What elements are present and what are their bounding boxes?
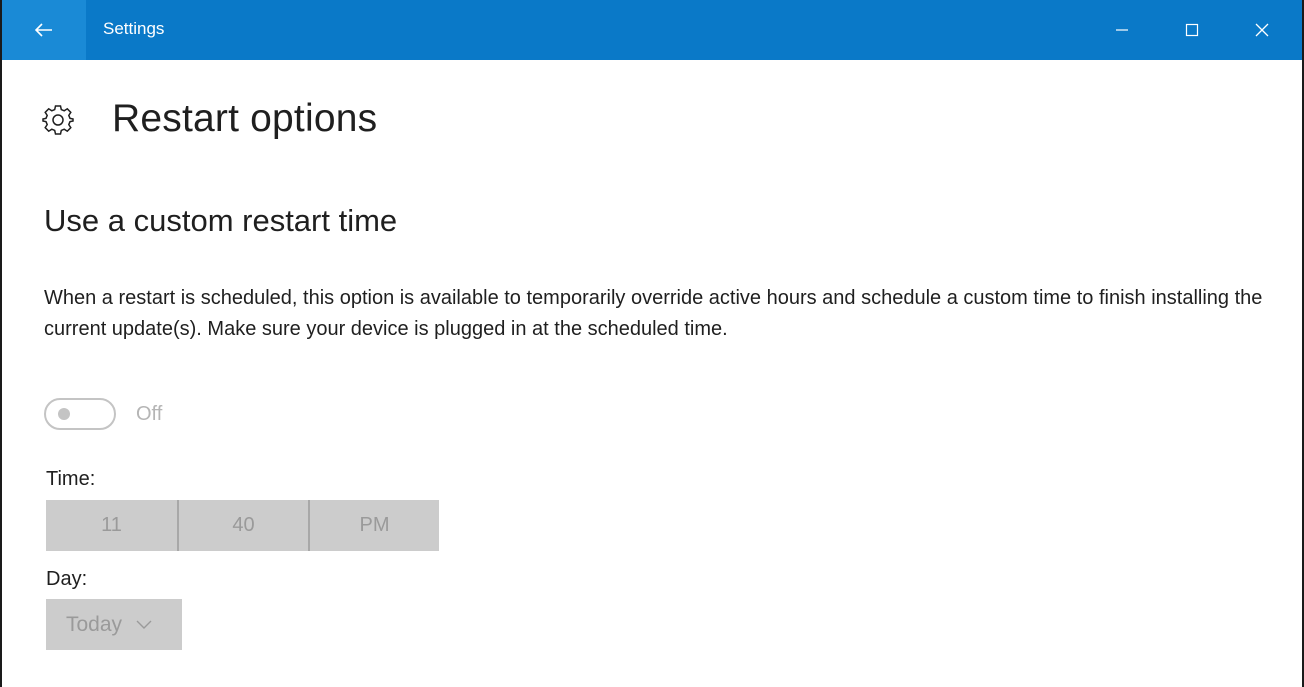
page-header: Restart options [42,97,377,141]
close-icon [1255,23,1269,37]
time-label: Time: [46,468,96,490]
page-title: Restart options [112,97,378,140]
title-bar: Settings [2,0,1302,60]
maximize-button[interactable] [1157,0,1227,60]
gear-icon [42,105,74,135]
day-selected-value: Today [66,612,123,636]
close-button[interactable] [1227,0,1297,60]
minimize-icon [1116,29,1128,31]
section-description: When a restart is scheduled, this option… [44,287,1263,340]
section-title: Use a custom restart time [44,203,398,238]
time-picker[interactable]: 11 40 PM [46,500,439,551]
time-minute[interactable]: 40 [177,500,308,551]
settings-window: Settings Restart options Use a custom re… [0,0,1304,687]
toggle-knob [58,408,70,420]
maximize-icon [1185,23,1199,37]
arrow-left-icon [35,23,52,37]
time-period[interactable]: PM [308,500,439,551]
day-dropdown[interactable]: Today [46,599,182,650]
minimize-button[interactable] [1087,0,1157,60]
back-button[interactable] [2,0,86,60]
time-hour[interactable]: 11 [46,500,177,551]
window-title: Settings [103,19,165,38]
custom-restart-toggle[interactable] [44,398,116,430]
toggle-state-label: Off [136,402,163,425]
custom-restart-toggle-row: Off [44,398,162,430]
day-label: Day: [46,568,88,590]
chevron-down-icon [136,620,152,629]
